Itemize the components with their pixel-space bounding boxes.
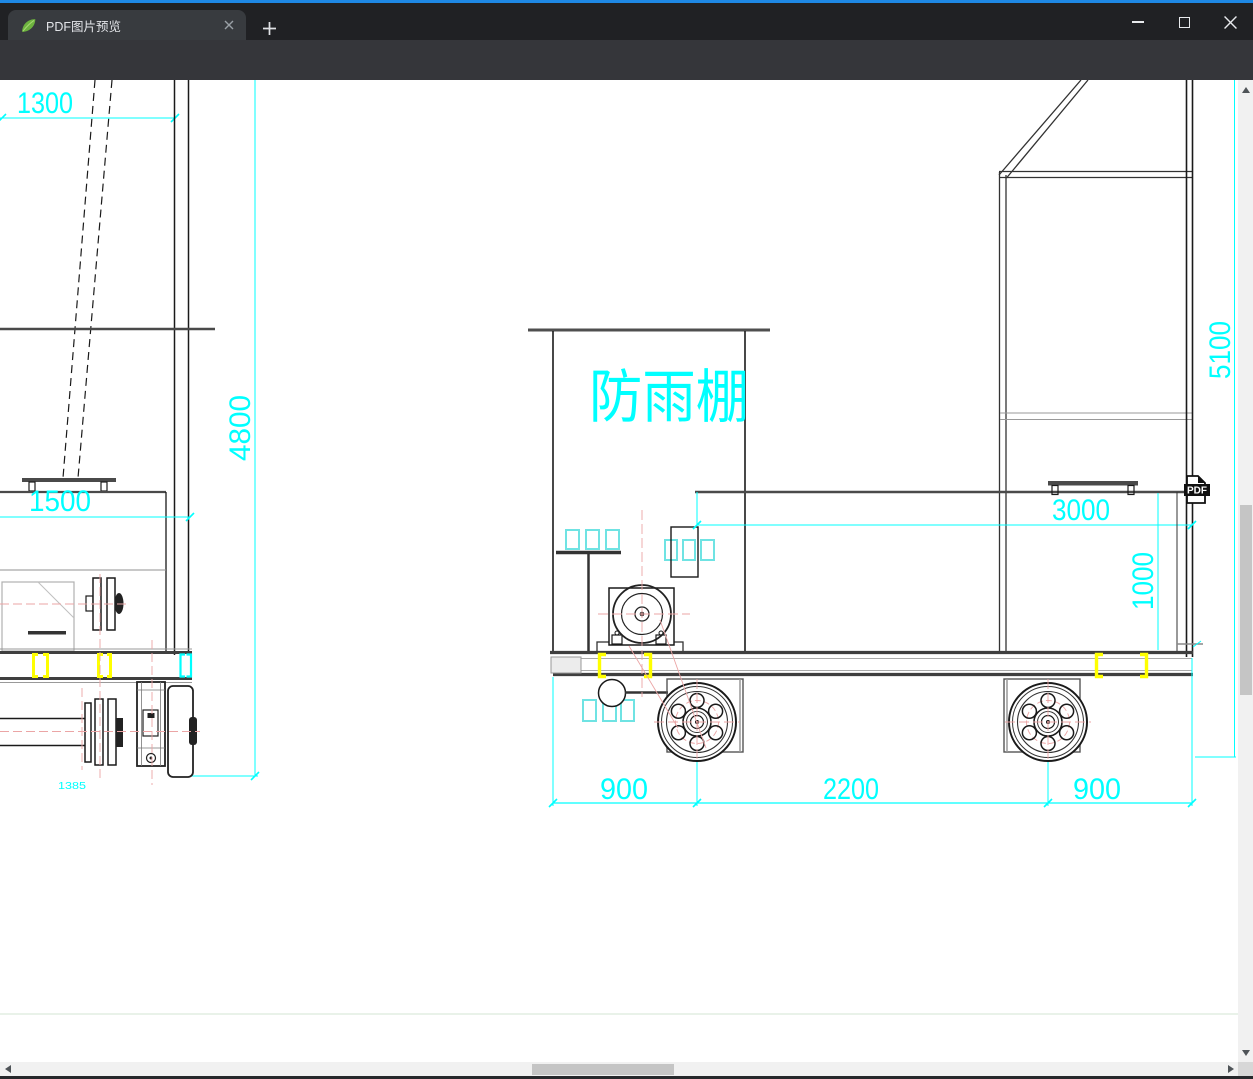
shelter-label: 防雨棚 [589, 365, 749, 430]
scrollbar-corner [1238, 1062, 1253, 1076]
dim-900-right: 900 [1073, 773, 1121, 806]
scroll-left-icon[interactable] [0, 1062, 15, 1076]
vertical-scrollbar-thumb[interactable] [1239, 505, 1252, 695]
scroll-down-icon[interactable] [1238, 1045, 1253, 1060]
close-icon [1223, 15, 1237, 29]
tab-title: PDF图片预览 [46, 19, 122, 34]
horizontal-scrollbar-thumb[interactable] [532, 1063, 674, 1075]
dim-1385: 1385 [58, 781, 87, 792]
browser-toolbar: localhost:8012/onlinePreview?url=http%3A… [0, 40, 1253, 115]
wheel [654, 679, 1091, 765]
dim-4800: 4800 [224, 395, 257, 461]
dim-1300: 1300 [17, 87, 73, 120]
tab-close-icon[interactable] [220, 16, 238, 34]
titlebar: PDF图片预览 [0, 3, 1253, 40]
scroll-up-icon[interactable] [1238, 82, 1253, 97]
browser-tab[interactable]: PDF图片预览 [8, 10, 246, 40]
scroll-right-icon[interactable] [1223, 1062, 1238, 1076]
pdf-badge-label: PDF [1187, 486, 1207, 497]
dim-1500: 1500 [29, 485, 91, 518]
window-close-button[interactable] [1208, 6, 1252, 38]
dim-2200: 2200 [823, 773, 879, 806]
page-content: 1300 4800 1500 1385 防雨棚 3000 1000 900 22… [0, 80, 1253, 1079]
dim-3000: 3000 [1052, 494, 1110, 527]
window-maximize-button[interactable] [1162, 6, 1206, 38]
side-view: 防雨棚 3000 1000 900 2200 900 5100 [528, 80, 1237, 808]
cad-drawing: 1300 4800 1500 1385 防雨棚 3000 1000 900 22… [0, 80, 1253, 1015]
new-tab-button[interactable] [256, 15, 282, 41]
maximize-icon [1178, 16, 1190, 28]
window-minimize-button[interactable] [1116, 6, 1160, 38]
front-view: 1300 4800 1500 1385 [0, 80, 260, 792]
minimize-icon [1132, 21, 1144, 23]
highlight-clamp [32, 653, 112, 678]
pdf-export-button[interactable]: PDF [1184, 475, 1210, 504]
dim-1000: 1000 [1127, 552, 1160, 610]
dim-5100: 5100 [1204, 321, 1237, 379]
spring-leaf-icon [22, 18, 36, 32]
dim-900-left: 900 [600, 773, 648, 806]
